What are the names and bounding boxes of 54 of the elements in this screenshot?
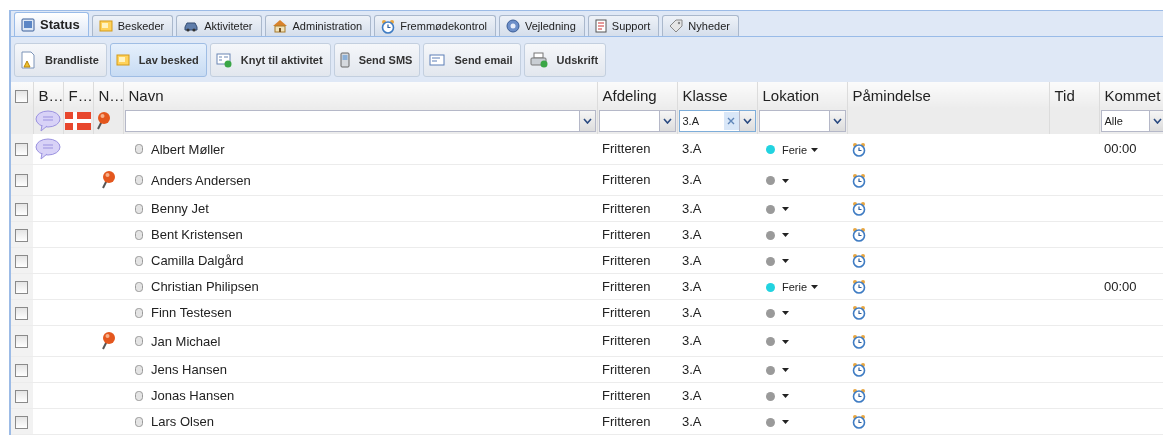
column-header[interactable]: Navn	[128, 86, 164, 104]
table-cell: 3.A	[682, 279, 702, 295]
table-cell: 3.A	[682, 414, 702, 430]
table-cell: Fritteren	[602, 305, 651, 321]
table-cell: Fritteren	[602, 172, 651, 188]
toolbar-button[interactable]: Lav besked	[109, 43, 207, 77]
name-cell: Finn Testesen	[151, 305, 232, 321]
tab[interactable]: Aktiviteter	[176, 15, 262, 36]
table-cell: Fritteren	[602, 253, 651, 269]
name-cell: Christian Philipsen	[151, 279, 259, 295]
toolbar-button[interactable]: Brandliste	[14, 43, 107, 77]
tab[interactable]: Status	[14, 12, 89, 36]
tab[interactable]: Vejledning	[499, 15, 585, 36]
tab[interactable]: Nyheder	[662, 15, 739, 36]
class-filter[interactable]: 3.A	[678, 110, 756, 132]
location-dropdown[interactable]: Ferie	[782, 281, 819, 294]
table-cell: Fritteren	[602, 362, 651, 378]
tab[interactable]: Administration	[264, 15, 372, 36]
table-cell: Fritteren	[602, 414, 651, 430]
name-cell: Jonas Hansen	[151, 388, 235, 404]
name-cell: Benny Jet	[151, 201, 209, 217]
toolbar-button[interactable]: Send SMS	[333, 43, 421, 77]
toolbar-button[interactable]: Send email	[423, 43, 521, 77]
tab[interactable]: Beskeder	[91, 15, 174, 36]
table-cell: Fritteren	[602, 201, 651, 217]
tab[interactable]: Support	[587, 15, 660, 36]
table-cell: 3.A	[682, 253, 702, 269]
location-dropdown[interactable]: Ferie	[782, 143, 819, 156]
arrival-filter[interactable]: Alle	[1100, 110, 1163, 132]
name-cell: Albert Møller	[151, 141, 225, 157]
table-cell: 3.A	[682, 333, 702, 349]
toolbar-button[interactable]: Knyt til aktivitet	[209, 43, 331, 77]
table-cell: Fritteren	[602, 279, 651, 295]
name-cell: Jan Michael	[151, 333, 221, 349]
tab[interactable]: Fremmødekontrol	[374, 15, 496, 36]
name-cell: Camilla Dalgård	[151, 253, 244, 269]
table-cell: 3.A	[682, 227, 702, 243]
table-cell: Fritteren	[602, 388, 651, 404]
name-cell: Lars Olsen	[151, 414, 214, 430]
table-cell: 3.A	[682, 388, 702, 404]
toolbar-button[interactable]: Udskrift	[523, 43, 607, 77]
table-cell: 3.A	[682, 141, 702, 157]
time-cell: 00:00	[1104, 279, 1137, 295]
name-cell: Anders Andersen	[151, 172, 251, 188]
table-cell: Fritteren	[602, 333, 651, 349]
table-cell: 3.A	[682, 172, 702, 188]
table-cell: 3.A	[682, 305, 702, 321]
name-cell: Jens Hansen	[151, 362, 227, 378]
table-cell: 3.A	[682, 362, 702, 378]
time-cell: 00:00	[1104, 141, 1137, 157]
table-cell: Fritteren	[602, 227, 651, 243]
table-cell: Fritteren	[602, 141, 651, 157]
table-cell: 3.A	[682, 201, 702, 217]
name-cell: Bent Kristensen	[151, 227, 243, 243]
